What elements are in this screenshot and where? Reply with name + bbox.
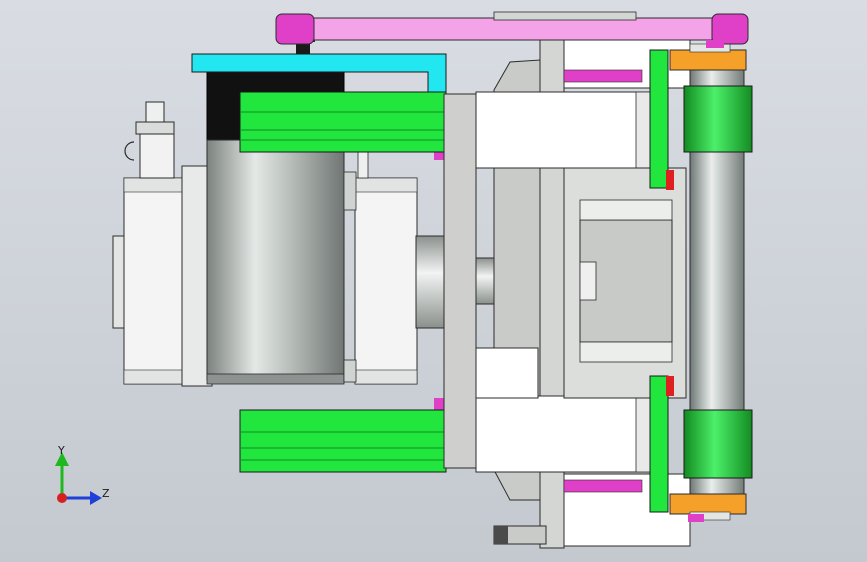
cad-viewport[interactable]: Y Z	[0, 0, 867, 562]
roller	[683, 59, 753, 501]
z-axis-arrow	[90, 491, 102, 505]
green-clamp-bottom	[239, 409, 447, 473]
frame-window	[563, 167, 687, 399]
triad-y-label: Y	[57, 444, 65, 457]
cad-assembly-drawing: Y Z	[55, 11, 753, 549]
triad-z-label: Z	[102, 487, 110, 500]
x-axis-dot	[57, 493, 67, 503]
coordinate-triad: Y Z	[55, 444, 110, 505]
center-plate	[443, 93, 477, 469]
green-clamp-top	[239, 91, 447, 153]
